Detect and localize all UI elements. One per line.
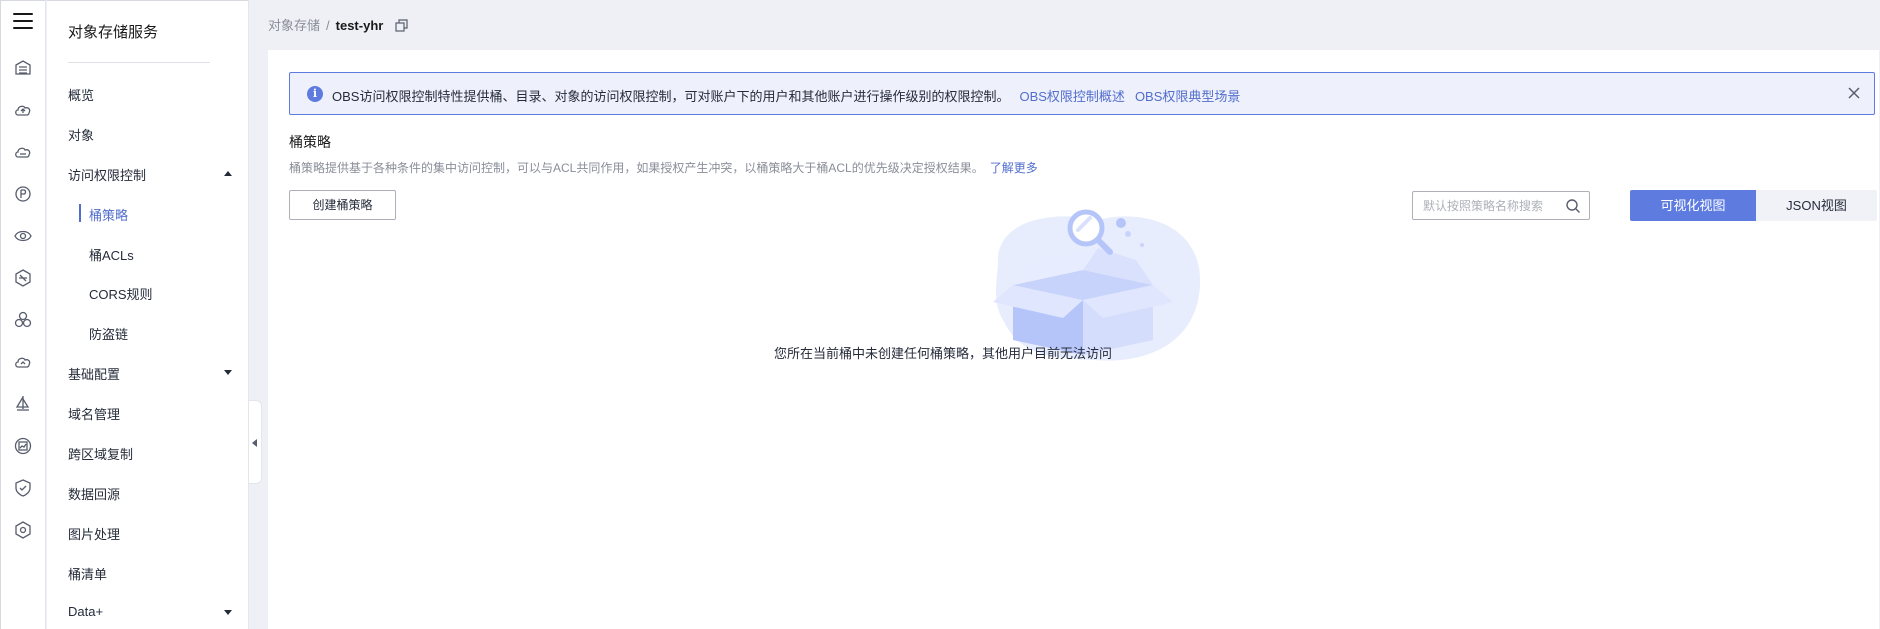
icon-rail	[0, 0, 46, 629]
chevron-down-icon[interactable]	[224, 370, 232, 375]
settings-icon[interactable]	[13, 184, 33, 204]
main-panel: i OBS访问权限控制特性提供桶、目录、对象的访问权限控制，可对账户下的用户和其…	[268, 50, 1879, 629]
storage-icon[interactable]	[13, 58, 33, 78]
sidebar-collapse-toggle[interactable]	[249, 400, 262, 484]
sidebar-item-hotlink[interactable]: 防盗链	[89, 324, 128, 343]
search-input[interactable]	[1423, 197, 1563, 215]
hexagon-gear-icon[interactable]	[13, 520, 33, 540]
breadcrumb: 对象存储 / test-yhr	[268, 15, 408, 34]
sidebar-group-access-control[interactable]: 访问权限控制	[68, 165, 228, 184]
sidebar-item-objects[interactable]: 对象	[68, 125, 94, 144]
sidebar-group-label: 访问权限控制	[68, 168, 147, 183]
notice-link-overview[interactable]: OBS权限控制概述	[1019, 89, 1124, 104]
breadcrumb-current: test-yhr	[335, 18, 384, 33]
sidebar-item-cross-region[interactable]: 跨区域复制	[68, 444, 133, 463]
info-notice: i OBS访问权限控制特性提供桶、目录、对象的访问权限控制，可对账户下的用户和其…	[289, 72, 1875, 115]
sidebar-item-back-to-source[interactable]: 数据回源	[68, 484, 120, 503]
close-icon[interactable]	[1845, 84, 1863, 102]
cluster-icon[interactable]	[13, 310, 33, 330]
info-icon: i	[307, 86, 323, 102]
learn-more-link[interactable]: 了解更多	[990, 161, 1038, 175]
chart-icon[interactable]	[13, 436, 33, 456]
breadcrumb-parent[interactable]: 对象存储	[268, 18, 320, 33]
sidebar-item-bucket-acls[interactable]: 桶ACLs	[89, 245, 134, 264]
sidebar-item-overview[interactable]: 概览	[68, 85, 94, 104]
empty-state-message: 您所在当前桶中未创建任何桶策略，其他用户目前无法访问	[773, 346, 1112, 361]
cloud-upload-icon[interactable]	[13, 100, 33, 120]
search-icon[interactable]	[1565, 198, 1581, 214]
section-description-text: 桶策略提供基于各种条件的集中访问控制，可以与ACL共同作用，如果授权产生冲突，以…	[289, 161, 984, 175]
sail-icon[interactable]	[13, 394, 33, 414]
empty-state-illustration	[958, 200, 1208, 365]
cloud-icon[interactable]	[13, 142, 33, 162]
shield-icon[interactable]	[13, 478, 33, 498]
create-bucket-policy-button[interactable]: 创建桶策略	[289, 190, 396, 220]
sidebar-item-cors[interactable]: CORS规则	[89, 284, 153, 303]
sidebar-divider	[68, 62, 210, 63]
sidebar-item-bucket-policy[interactable]: 桶策略	[89, 205, 128, 224]
chevron-left-icon	[252, 439, 257, 447]
sidebar-group-data-plus[interactable]: Data+	[68, 604, 103, 619]
visual-view-button[interactable]: 可视化视图	[1630, 190, 1756, 221]
section-title: 桶策略	[289, 134, 331, 150]
sidebar-item-inventory[interactable]: 桶清单	[68, 564, 107, 583]
notice-text-row: OBS访问权限控制特性提供桶、目录、对象的访问权限控制，可对账户下的用户和其他账…	[332, 86, 1240, 105]
service-sidebar: 对象存储服务 概览 对象 访问权限控制 桶策略 桶ACLs CORS规则 防盗链…	[47, 0, 249, 629]
eye-icon[interactable]	[13, 226, 33, 246]
hexagon-icon[interactable]	[13, 268, 33, 288]
chevron-up-icon[interactable]	[224, 171, 232, 176]
section-description: 桶策略提供基于各种条件的集中访问控制，可以与ACL共同作用，如果授权产生冲突，以…	[289, 159, 1038, 176]
sidebar-item-image-processing[interactable]: 图片处理	[68, 524, 120, 543]
policy-search-box[interactable]	[1412, 191, 1590, 220]
hamburger-icon[interactable]	[13, 13, 33, 31]
active-indicator	[79, 204, 81, 222]
sidebar-title: 对象存储服务	[68, 24, 159, 41]
copy-icon[interactable]	[395, 19, 408, 32]
sidebar-item-domain[interactable]: 域名管理	[68, 404, 120, 423]
sidebar-group-basic-config[interactable]: 基础配置	[68, 364, 120, 383]
cloud-sync-icon[interactable]	[13, 352, 33, 372]
breadcrumb-separator: /	[326, 18, 330, 33]
view-toggle: 可视化视图 JSON视图	[1630, 190, 1877, 221]
json-view-button[interactable]: JSON视图	[1756, 190, 1877, 221]
notice-link-scenarios[interactable]: OBS权限典型场景	[1135, 89, 1240, 104]
chevron-down-icon[interactable]	[224, 610, 232, 615]
notice-text: OBS访问权限控制特性提供桶、目录、对象的访问权限控制，可对账户下的用户和其他账…	[332, 89, 1010, 104]
